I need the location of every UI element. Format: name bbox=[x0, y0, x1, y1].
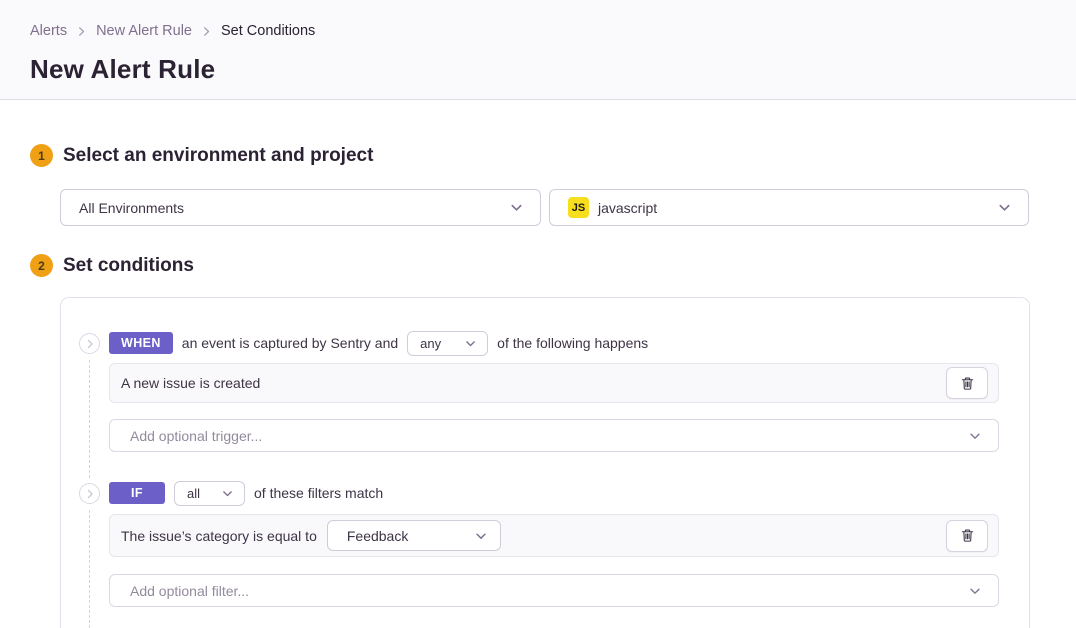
filter-category-select[interactable]: Feedback bbox=[327, 520, 501, 551]
when-match-value: any bbox=[420, 336, 441, 351]
chevron-down-icon bbox=[968, 429, 982, 443]
chevron-down-icon bbox=[968, 584, 982, 598]
breadcrumb-current: Set Conditions bbox=[221, 23, 315, 39]
project-select-value: javascript bbox=[598, 200, 988, 216]
environment-select[interactable]: All Environments bbox=[60, 189, 541, 226]
trash-icon bbox=[960, 528, 975, 543]
step-2-number-badge: 2 bbox=[30, 254, 53, 277]
chevron-down-icon bbox=[221, 487, 234, 500]
breadcrumb-link-new-alert-rule[interactable]: New Alert Rule bbox=[96, 23, 192, 39]
breadcrumb-link-alerts[interactable]: Alerts bbox=[30, 23, 67, 39]
delete-filter-button[interactable] bbox=[946, 520, 988, 552]
filter-rule-row: The issue’s category is equal to Feedbac… bbox=[109, 514, 999, 557]
trigger-rule-label: A new issue is created bbox=[120, 375, 260, 391]
when-text-after: of the following happens bbox=[497, 335, 648, 351]
add-trigger-placeholder: Add optional trigger... bbox=[130, 428, 262, 444]
step-1-number-badge: 1 bbox=[30, 144, 53, 167]
breadcrumb: Alerts New Alert Rule Set Conditions bbox=[30, 23, 315, 39]
javascript-platform-icon: JS bbox=[568, 197, 589, 218]
if-text-after: of these filters match bbox=[254, 485, 383, 501]
if-match-select[interactable]: all bbox=[174, 481, 245, 506]
if-match-value: all bbox=[187, 486, 200, 501]
new-alert-rule-page: Alerts New Alert Rule Set Conditions New… bbox=[0, 0, 1076, 628]
chevron-down-icon bbox=[474, 529, 488, 543]
condition-connector-line bbox=[89, 360, 90, 478]
chevron-down-icon bbox=[509, 200, 524, 215]
trash-icon bbox=[960, 376, 975, 391]
breadcrumb-separator-icon bbox=[201, 26, 212, 37]
add-filter-placeholder: Add optional filter... bbox=[130, 583, 249, 599]
project-select[interactable]: JS javascript bbox=[549, 189, 1029, 226]
if-condition-line: IF all of these filters match bbox=[109, 480, 383, 506]
condition-connector-line bbox=[89, 510, 90, 628]
step-environment-heading: 1 Select an environment and project bbox=[30, 144, 373, 167]
step-conditions-heading: 2 Set conditions bbox=[30, 254, 194, 277]
chevron-down-icon bbox=[997, 200, 1012, 215]
page-title: New Alert Rule bbox=[30, 54, 215, 85]
add-optional-filter-select[interactable]: Add optional filter... bbox=[109, 574, 999, 607]
step-1-heading: Select an environment and project bbox=[63, 145, 373, 167]
when-text-before: an event is captured by Sentry and bbox=[182, 335, 398, 351]
trigger-rule-row: A new issue is created bbox=[109, 363, 999, 403]
breadcrumb-separator-icon bbox=[76, 26, 87, 37]
page-header: Alerts New Alert Rule Set Conditions New… bbox=[0, 0, 1076, 100]
when-node-chevron-circle-icon bbox=[79, 333, 100, 354]
filter-rule-label: The issue’s category is equal to bbox=[120, 528, 317, 544]
environment-select-value: All Environments bbox=[79, 200, 509, 216]
add-optional-trigger-select[interactable]: Add optional trigger... bbox=[109, 419, 999, 452]
step-2-heading: Set conditions bbox=[63, 255, 194, 277]
if-node-chevron-circle-icon bbox=[79, 483, 100, 504]
when-match-select[interactable]: any bbox=[407, 331, 488, 356]
when-condition-line: WHEN an event is captured by Sentry and … bbox=[109, 330, 648, 356]
when-badge: WHEN bbox=[109, 332, 173, 354]
chevron-down-icon bbox=[464, 337, 477, 350]
delete-trigger-button[interactable] bbox=[946, 367, 988, 399]
if-badge: IF bbox=[109, 482, 165, 504]
filter-category-value: Feedback bbox=[347, 528, 408, 544]
